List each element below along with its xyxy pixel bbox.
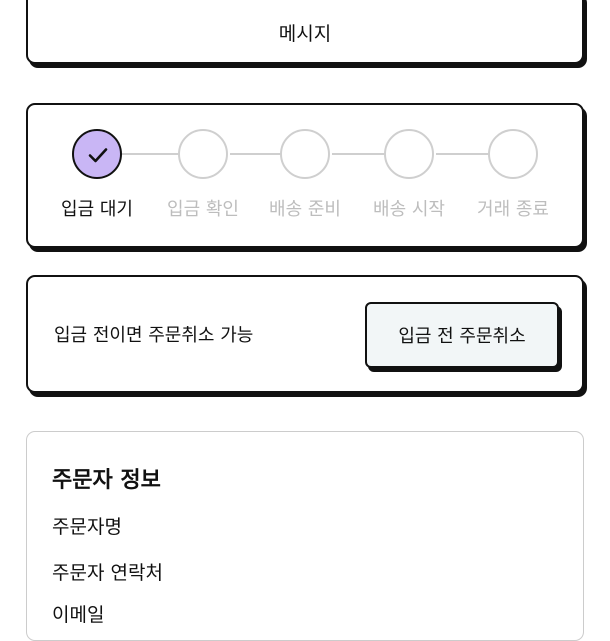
step-3-label: 배송 준비 [269,199,341,220]
step-1-complete-marker [72,129,122,179]
message-button[interactable]: 메시지 [26,0,584,64]
step-connector [436,153,490,155]
cancel-order-button[interactable]: 입금 전 주문취소 [365,302,559,368]
step-1-label: 입금 대기 [61,199,133,220]
step-3-marker [280,129,330,179]
step-connector [122,153,180,155]
step-4-label: 배송 시작 [373,199,445,220]
step-5-label: 거래 종료 [477,199,549,220]
orderer-info-title: 주문자 정보 [52,468,161,493]
order-progress-tracker: 입금 대기 입금 확인 배송 준비 배송 시작 거래 종료 [26,103,584,248]
step-5-marker [488,129,538,179]
step-connector [230,153,282,155]
orderer-name-label: 주문자명 [52,516,122,538]
step-2-label: 입금 확인 [167,199,239,220]
message-button-label: 메시지 [278,22,332,45]
orderer-email-label: 이메일 [52,604,105,626]
step-4-marker [384,129,434,179]
orderer-phone-label: 주문자 연락처 [52,562,163,584]
check-icon [88,148,108,163]
cancel-notice: 입금 전이면 주문취소 가능 [54,325,254,346]
step-2-marker [178,129,228,179]
step-connector [332,153,386,155]
cancel-order-panel: 입금 전이면 주문취소 가능 입금 전 주문취소 [26,275,584,393]
